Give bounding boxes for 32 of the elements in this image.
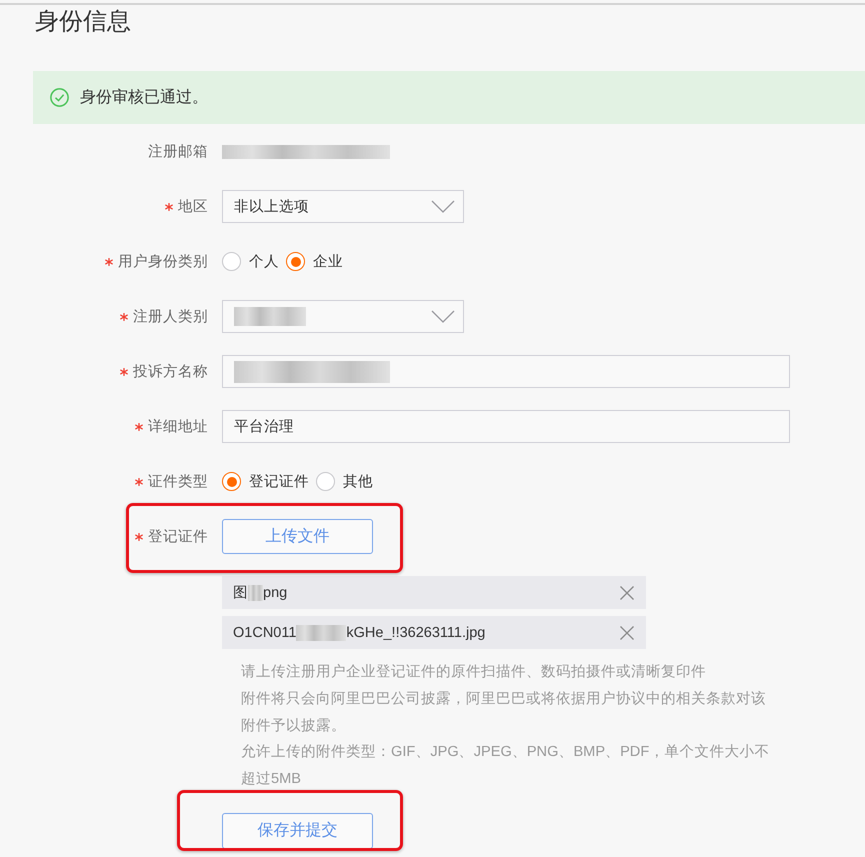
text-field[interactable] bbox=[222, 355, 790, 388]
redacted-text bbox=[248, 584, 263, 600]
dropdown-field[interactable]: 非以上选项 bbox=[222, 190, 464, 223]
chevron-down-icon bbox=[431, 200, 455, 213]
chevron-down-icon bbox=[431, 310, 455, 323]
field-label: 证件类型 bbox=[148, 473, 208, 491]
field-label: 注册人类别 bbox=[133, 308, 208, 326]
page-title: 身份信息 bbox=[35, 7, 131, 37]
radio-option[interactable]: 个人 bbox=[222, 252, 279, 271]
dropdown-field[interactable] bbox=[222, 300, 464, 333]
close-icon[interactable] bbox=[620, 586, 634, 600]
file-name: O1CN011 bbox=[233, 624, 296, 640]
radio-option[interactable]: 登记证件 bbox=[222, 472, 309, 491]
text-field[interactable]: 平台治理 bbox=[222, 410, 790, 443]
close-icon[interactable] bbox=[620, 626, 634, 640]
help-text: 允许上传的附件类型：GIF、JPG、JPEG、PNG、BMP、PDF，单个文件大小不超过5MB bbox=[241, 743, 770, 789]
field-label: 地区 bbox=[178, 198, 208, 216]
file-name: png bbox=[263, 584, 288, 600]
redacted-text bbox=[296, 624, 346, 640]
check-circle-icon bbox=[50, 88, 69, 107]
help-text: 请上传注册用户企业登记证件的原件扫描件、数码拍摄件或清晰复印件 bbox=[241, 663, 707, 682]
field-label: 注册邮箱 bbox=[148, 143, 208, 161]
banner-message: 身份审核已通过。 bbox=[80, 88, 208, 108]
radio-option[interactable]: 企业 bbox=[286, 252, 343, 271]
file-name: kGHe_!!36263111.jpg bbox=[346, 624, 486, 640]
field-label: 详细地址 bbox=[148, 418, 208, 436]
radio-option[interactable]: 其他 bbox=[316, 472, 373, 491]
help-text: 附件将只会向阿里巴巴公司披露，阿里巴巴或将依据用户协议中的相关条款对该附件予以披露。 bbox=[241, 690, 767, 736]
field-label: 用户身份类别 bbox=[118, 253, 208, 271]
file-name: 图 bbox=[233, 584, 248, 602]
field-label: 登记证件 bbox=[148, 528, 208, 546]
field-label: 投诉方名称 bbox=[133, 362, 208, 381]
